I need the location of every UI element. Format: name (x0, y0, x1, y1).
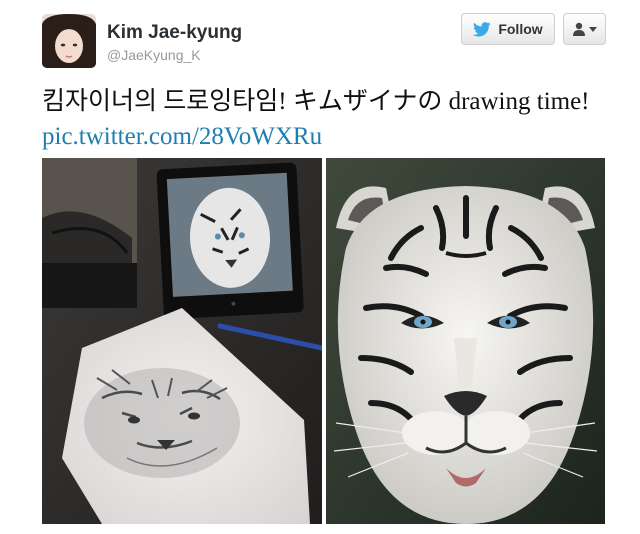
user-actions-button[interactable] (563, 13, 606, 45)
tiger-photo[interactable] (326, 158, 605, 524)
user-icon (572, 22, 586, 36)
follow-label: Follow (498, 21, 543, 37)
user-avatar[interactable] (42, 14, 96, 68)
tweet-media-link[interactable]: pic.twitter.com/28VoWXRu (42, 123, 322, 150)
drawing-photo[interactable] (42, 158, 322, 524)
caret-down-icon (589, 26, 597, 32)
tweet-body: 킴자이너의 드로잉타임! キムザイナの drawing time! (42, 88, 590, 115)
tweet-text: 킴자이너의 드로잉타임! キムザイナの drawing time! pic.tw… (42, 84, 602, 154)
tiger-photo-image (326, 158, 605, 524)
drawing-photo-image (42, 158, 322, 524)
user-name[interactable]: Kim Jae-kyung (107, 22, 242, 44)
avatar-image (42, 14, 96, 68)
user-handle[interactable]: @JaeKyung_K (107, 47, 201, 63)
tweet-media[interactable] (42, 158, 605, 524)
twitter-bird-icon (473, 21, 492, 37)
follow-button[interactable]: Follow (461, 13, 555, 45)
